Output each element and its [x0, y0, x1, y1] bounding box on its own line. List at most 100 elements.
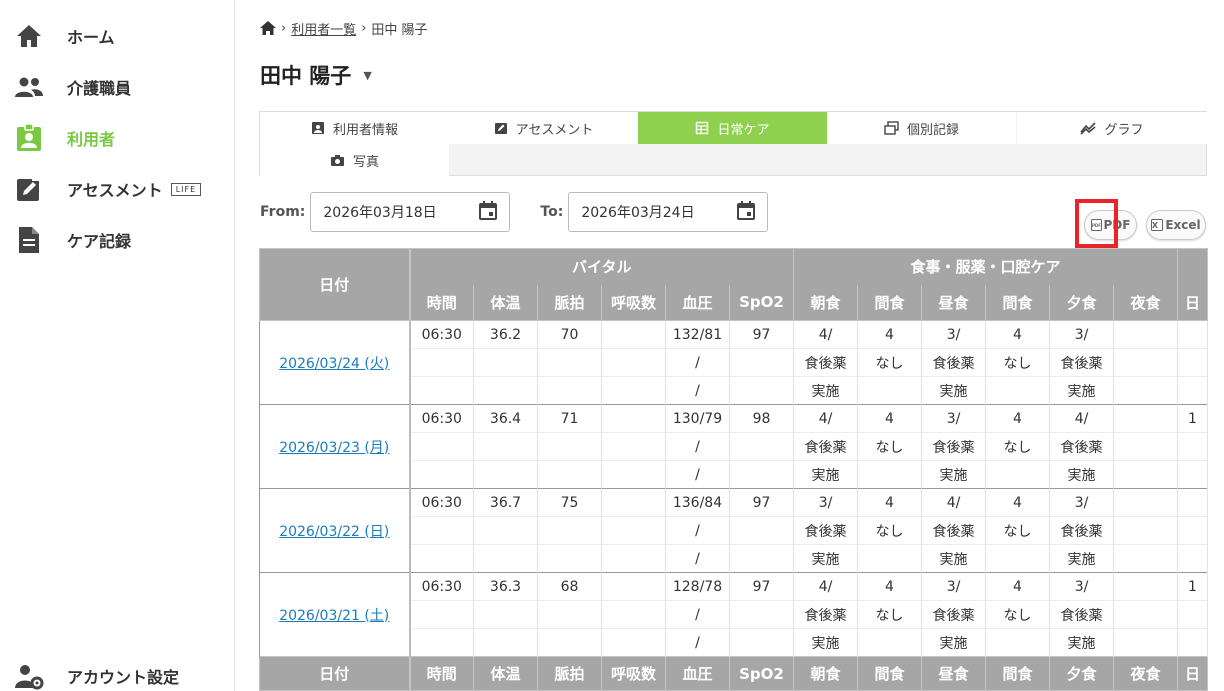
from-date-value: 2026年03月18日	[323, 205, 437, 221]
column-header: 血圧	[665, 284, 730, 321]
table-cell: 3/	[921, 320, 986, 349]
table-cell	[1177, 376, 1208, 405]
table-cell: 1	[1177, 572, 1208, 601]
table-cell: 4/	[793, 572, 858, 601]
table-cell	[409, 432, 474, 461]
table-cell: 食後薬	[921, 348, 986, 377]
table-cell: 実施	[1049, 376, 1114, 405]
sidebar-item-staff[interactable]: 介護職員	[0, 65, 235, 109]
footer-column-header: 昼食	[921, 656, 986, 691]
column-header: 朝食	[793, 284, 858, 321]
footer-column-header: 夜食	[1113, 656, 1178, 691]
pdf-highlight-box	[1075, 199, 1118, 248]
table-cell: なし	[857, 348, 922, 377]
breadcrumb-current: 田中 陽子	[371, 22, 428, 38]
main-content: › 利用者一覧 › 田中 陽子 田中 陽子 ▼ 利用者情報 アセスメント 日常ケ…	[236, 0, 1224, 691]
table-cell: 4/	[1049, 404, 1114, 433]
sidebar-item-home[interactable]: ホーム	[0, 14, 235, 58]
table-cell	[729, 376, 794, 405]
table-cell	[985, 376, 1050, 405]
table-cell	[473, 516, 538, 545]
home-icon	[14, 21, 44, 51]
tab-label: 写真	[352, 154, 379, 170]
table-cell	[857, 544, 922, 573]
caret-down-icon[interactable]: ▼	[363, 69, 371, 82]
to-date-value: 2026年03月24日	[581, 205, 695, 221]
home-icon[interactable]	[260, 21, 276, 35]
tab-label: グラフ	[1104, 122, 1144, 138]
tab-individual-records[interactable]: 個別記録	[827, 112, 1016, 144]
tab-graph[interactable]: グラフ	[1017, 112, 1207, 144]
table-cell: 3/	[921, 404, 986, 433]
table-cell: 3/	[1049, 320, 1114, 349]
table-cell: 4	[985, 404, 1050, 433]
table-cell: 97	[729, 320, 794, 349]
sidebar-item-care-records[interactable]: ケア記録	[0, 218, 235, 262]
table-cell: 06:30	[409, 404, 474, 433]
table-cell	[409, 460, 474, 489]
table-cell: 71	[537, 404, 602, 433]
table-cell	[729, 628, 794, 657]
tab-label: 利用者情報	[332, 122, 398, 138]
meal-group-header: 食事・服薬・口腔ケア	[793, 248, 1178, 285]
table-cell: 食後薬	[1049, 516, 1114, 545]
sidebar-item-label: ケア記録	[67, 232, 132, 251]
date-link[interactable]: 2026/03/21 (土)	[279, 608, 389, 624]
table-cell	[601, 404, 666, 433]
table-cell	[1177, 348, 1208, 377]
breadcrumb-user-list-link[interactable]: 利用者一覧	[291, 19, 356, 38]
table-cell: 36.2	[473, 320, 538, 349]
table-cell: 97	[729, 488, 794, 517]
table-cell	[537, 516, 602, 545]
sidebar-item-users[interactable]: 利用者	[0, 116, 235, 160]
table-cell	[1113, 628, 1178, 657]
table-cell	[1113, 320, 1178, 349]
date-link[interactable]: 2026/03/23 (月)	[279, 440, 389, 456]
footer-column-header: 体温	[473, 656, 538, 691]
tab-assessment[interactable]: アセスメント	[449, 112, 638, 144]
sidebar-item-assessment[interactable]: アセスメント LIFE	[0, 167, 235, 211]
tab-user-info[interactable]: 利用者情報	[260, 112, 449, 144]
table-cell	[729, 600, 794, 629]
sidebar-item-label: ホーム	[67, 28, 115, 47]
table-cell	[985, 460, 1050, 489]
table-cell: 食後薬	[793, 600, 858, 629]
table-cell: /	[665, 376, 730, 405]
table-cell	[537, 544, 602, 573]
edit-icon	[14, 174, 44, 204]
table-cell: 4	[985, 572, 1050, 601]
table-cell: 3/	[921, 572, 986, 601]
table-row: 2026/03/23 (月) 06:30 36.4 71 130/79 98 4/4 3/4 4…	[259, 404, 1208, 489]
table-cell: /	[665, 460, 730, 489]
column-header: 夜食	[1113, 284, 1178, 321]
table-row: 2026/03/24 (火) 06:30 36.2 70 132/81 97 4/4 3/4 3…	[259, 320, 1208, 405]
table-cell	[473, 348, 538, 377]
tab-photos[interactable]: 写真	[260, 144, 449, 176]
table-cell	[729, 544, 794, 573]
column-header: 脈拍	[537, 284, 602, 321]
date-link[interactable]: 2026/03/22 (日)	[279, 524, 389, 540]
table-cell: なし	[985, 600, 1050, 629]
table-cell	[1177, 432, 1208, 461]
date-cell: 2026/03/24 (火)	[259, 320, 411, 405]
export-excel-button[interactable]: X Excel	[1146, 210, 1206, 240]
sidebar-item-account-settings[interactable]: アカウント設定	[0, 654, 235, 691]
tab-daily-care[interactable]: 日常ケア	[638, 112, 827, 144]
to-date-input[interactable]: 2026年03月24日	[568, 192, 769, 232]
table-cell	[537, 628, 602, 657]
date-link[interactable]: 2026/03/24 (火)	[279, 356, 389, 372]
table-cell	[601, 516, 666, 545]
table-cell	[537, 460, 602, 489]
footer-column-header: 脈拍	[537, 656, 602, 691]
table-cell: 4	[857, 572, 922, 601]
footer-column-header: 間食	[857, 656, 922, 691]
table-cell: 130/79	[665, 404, 730, 433]
sidebar-item-label: 利用者	[67, 130, 116, 149]
tab-label: 日常ケア	[717, 122, 770, 138]
table-cell: 食後薬	[1049, 432, 1114, 461]
tab-bar: 利用者情報 アセスメント 日常ケア 個別記録 グラフ 写真	[259, 111, 1207, 176]
footer-column-header: 血圧	[665, 656, 730, 691]
date-cell: 2026/03/22 (日)	[259, 488, 411, 573]
calendar-icon	[737, 200, 756, 224]
from-date-input[interactable]: 2026年03月18日	[310, 192, 511, 232]
